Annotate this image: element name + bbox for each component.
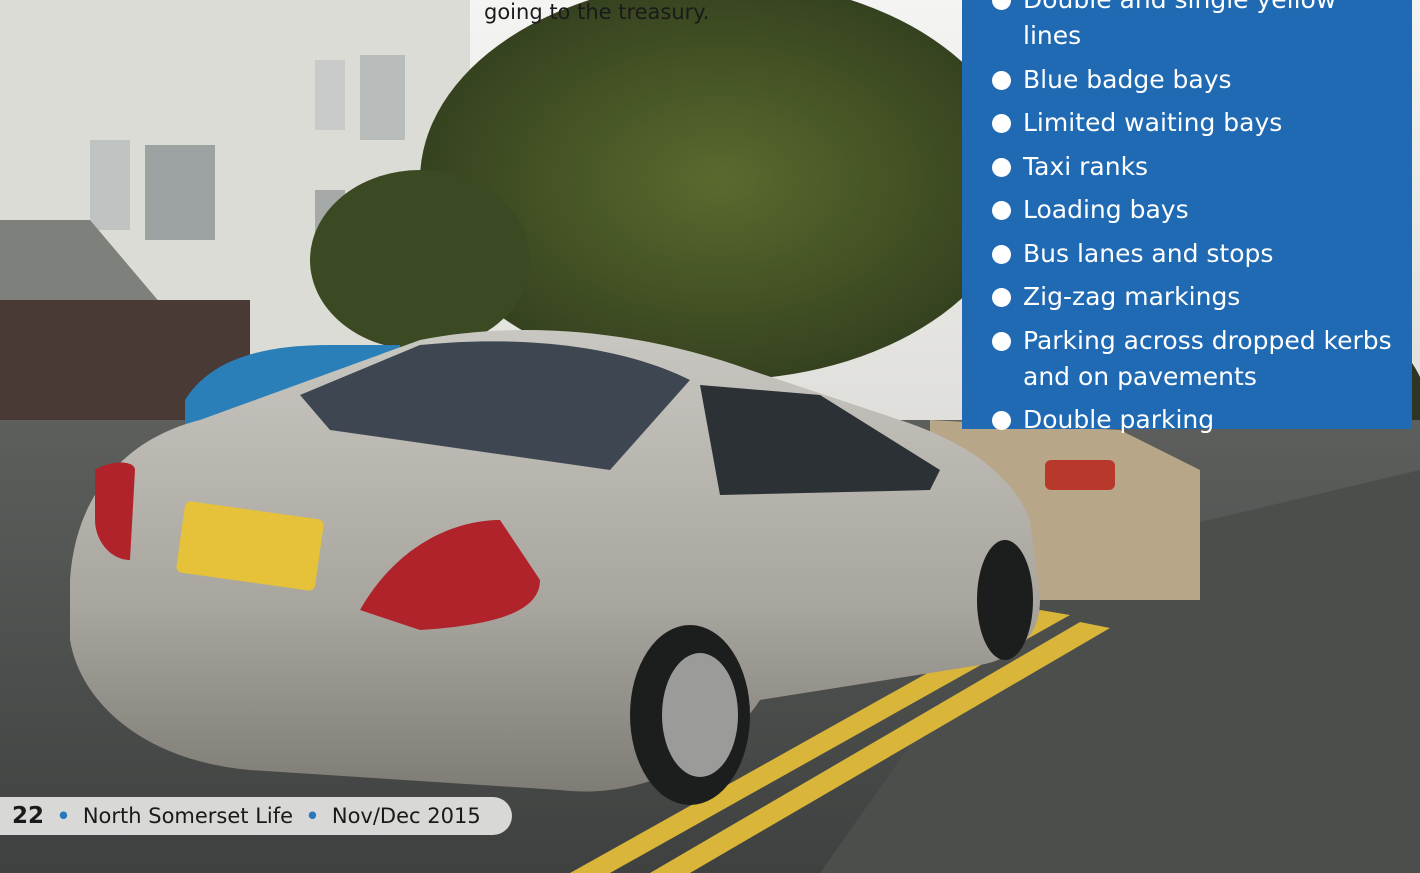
bullet-icon [992, 70, 1011, 90]
list-item-label: Loading bays [1023, 195, 1189, 224]
article-caption: going to the treasury. [484, 0, 884, 34]
caption-text: going to the treasury. [484, 0, 710, 24]
window [90, 140, 130, 230]
list-item-label: Parking across dropped kerbs and on pave… [1023, 325, 1392, 391]
list-item-label: Taxi ranks [1023, 151, 1149, 181]
page-number: 22 [12, 803, 45, 829]
list-item: Double parking [982, 402, 1402, 438]
list-item-label: Double parking [1023, 405, 1215, 434]
bullet-icon [992, 288, 1011, 307]
list-item: Limited waiting bays [982, 105, 1402, 141]
tree [310, 170, 530, 350]
parking-restrictions-panel: Double and single yellow lines Blue badg… [962, 0, 1412, 434]
bullet-icon [992, 201, 1011, 220]
window [360, 55, 405, 140]
separator-dot: • [56, 804, 71, 828]
list-item: Loading bays [982, 192, 1402, 228]
list-item-label: Zig-zag markings [1023, 282, 1241, 311]
bullet-icon [992, 0, 1011, 10]
car-wheel-hub [662, 653, 738, 777]
bullet-icon [992, 244, 1011, 264]
list-item: Bus lanes and stops [982, 236, 1402, 272]
publication-name: North Somerset Life [82, 804, 294, 828]
issue-date: Nov/Dec 2015 [331, 804, 481, 828]
window [145, 145, 215, 240]
list-item: Blue badge bays [982, 62, 1402, 98]
bullet-icon [992, 411, 1011, 430]
bullet-icon [992, 331, 1011, 351]
list-item-label: Bus lanes and stops [1023, 238, 1274, 268]
list-item-label: Blue badge bays [1023, 64, 1232, 94]
page-footer: 22 • North Somerset Life • Nov/Dec 2015 [0, 797, 512, 835]
list-item-label: Double and single yellow lines [1023, 0, 1336, 50]
car-wheel [977, 540, 1033, 660]
window [315, 60, 345, 130]
bullet-icon [992, 157, 1011, 177]
list-item: Parking across dropped kerbs and on pave… [982, 323, 1402, 395]
restrictions-list: Double and single yellow lines Blue badg… [982, 0, 1402, 446]
list-item: Taxi ranks [982, 149, 1402, 185]
list-item: Zig-zag markings [982, 279, 1402, 315]
list-item: Double and single yellow lines [982, 0, 1402, 54]
list-item-label: Limited waiting bays [1023, 108, 1283, 137]
separator-dot: • [305, 804, 320, 828]
tail-light [1045, 460, 1115, 490]
bullet-icon [992, 114, 1011, 133]
